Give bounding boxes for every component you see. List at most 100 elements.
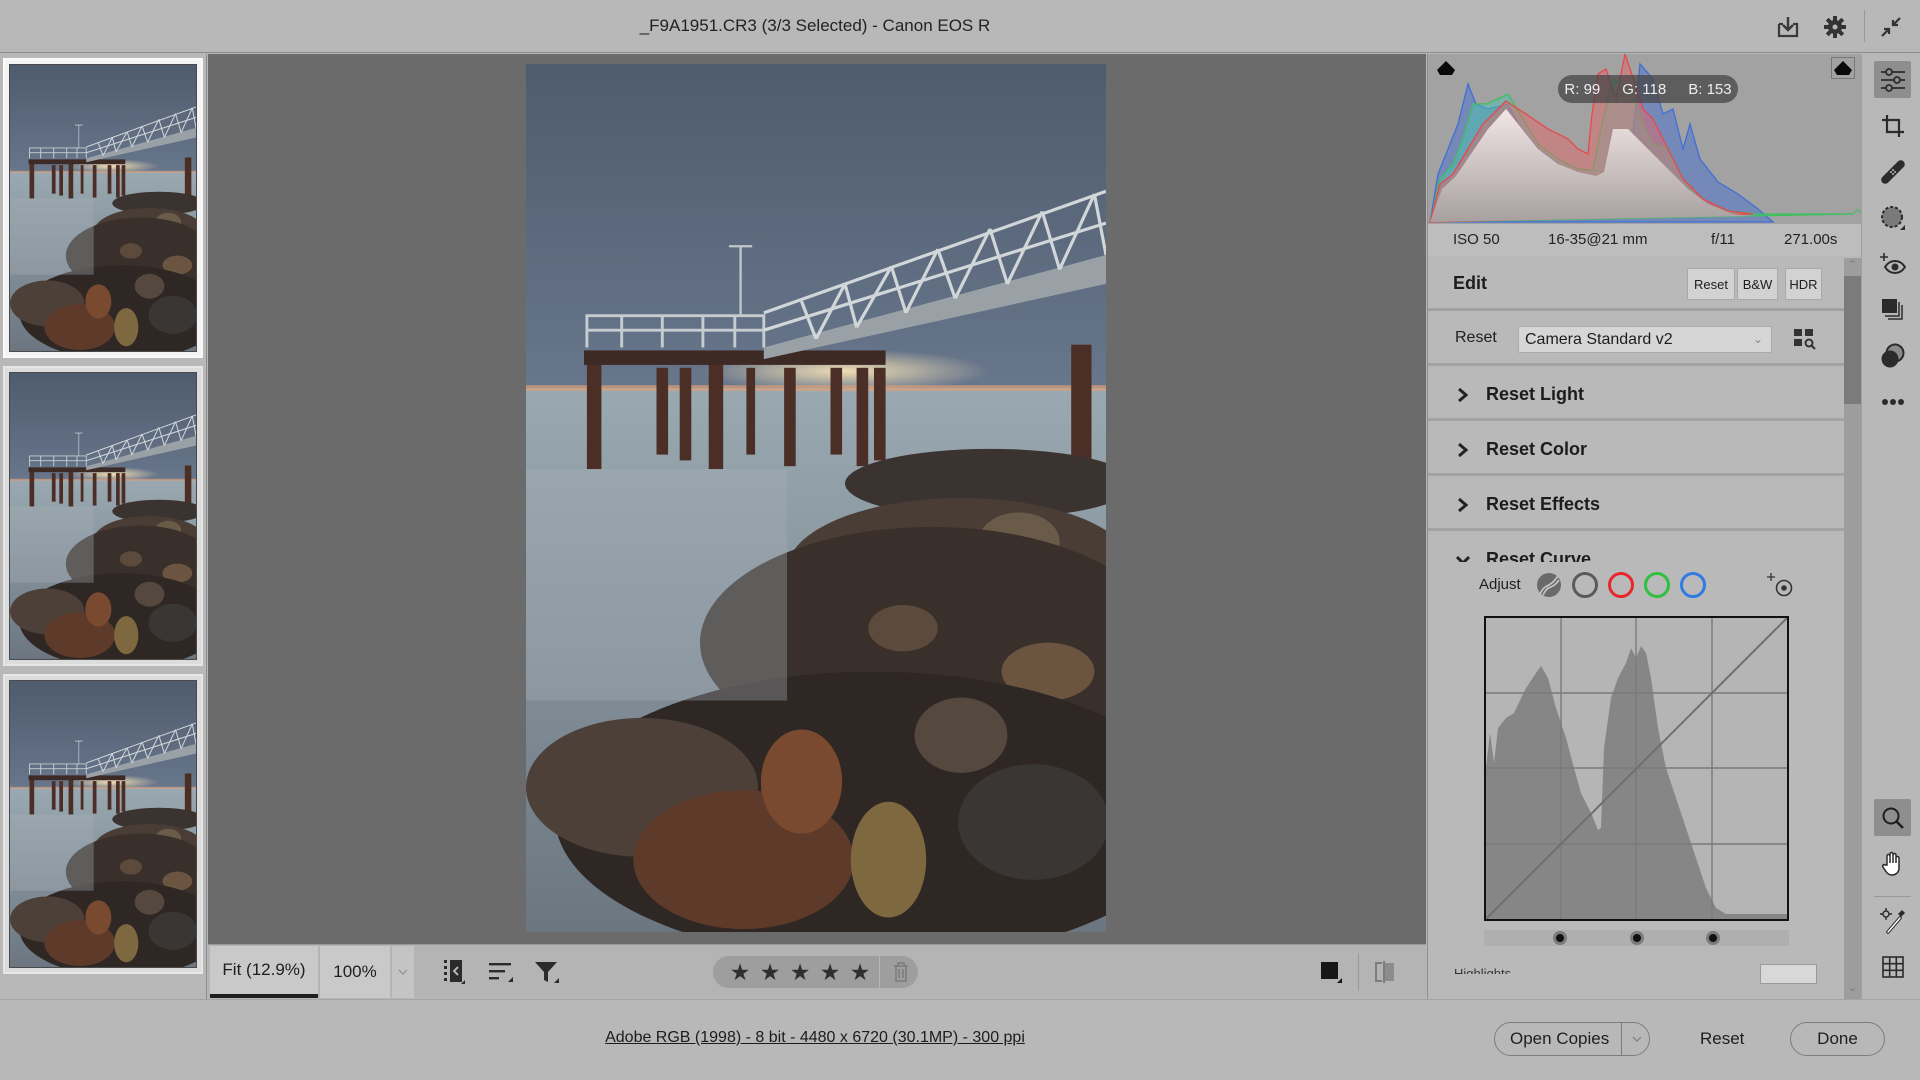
rgb-readout-green: G: 118 xyxy=(1622,80,1667,98)
edit-sliders-icon[interactable] xyxy=(1874,61,1911,98)
chevron-right-icon xyxy=(1458,442,1469,458)
edit-panel-scroll-area: Edit Reset B&W HDR Reset Camera Standard… xyxy=(1428,258,1844,999)
thumbnail-image xyxy=(9,372,197,660)
panel-scrollbar[interactable]: ⌃ ⌄ xyxy=(1844,258,1861,999)
exif-shutter: 271.00s xyxy=(1784,231,1838,248)
grid-overlay-icon[interactable] xyxy=(1874,948,1911,985)
highlights-value-input[interactable] xyxy=(1760,964,1817,984)
snapshots-icon[interactable] xyxy=(1874,291,1911,328)
rgb-point-curve-button[interactable] xyxy=(1572,572,1598,598)
open-copies-label: Open Copies xyxy=(1510,1029,1610,1048)
chevron-right-icon xyxy=(1458,497,1469,513)
zoom-100-button[interactable]: 100% xyxy=(320,946,390,998)
region-split-handle[interactable] xyxy=(1705,931,1720,945)
highlights-label: Highlights xyxy=(1454,966,1512,974)
reset-footer-button[interactable]: Reset xyxy=(1700,1029,1744,1049)
zoom-level-dropdown[interactable] xyxy=(392,946,414,998)
profile-value: Camera Standard v2 xyxy=(1525,331,1673,348)
footer-bar: Adobe RGB (1998) - 8 bit - 4480 x 6720 (… xyxy=(0,999,1920,1080)
hdr-button[interactable]: HDR xyxy=(1785,268,1822,300)
scrollbar-thumb[interactable] xyxy=(1844,276,1861,404)
filmstrip-toggle-icon[interactable] xyxy=(439,957,469,987)
done-button[interactable]: Done xyxy=(1790,1022,1885,1056)
sort-icon[interactable] xyxy=(486,957,516,987)
star-icon[interactable]: ★ xyxy=(815,957,845,987)
save-icon[interactable] xyxy=(1773,12,1803,42)
curve-panel: Adjust Highlights xyxy=(1428,562,1844,999)
green-channel-curve-button[interactable] xyxy=(1644,572,1670,598)
profile-row: Reset Camera Standard v2 ⌄ xyxy=(1428,314,1844,366)
parametric-curve-button[interactable] xyxy=(1536,572,1562,598)
scroll-down-icon[interactable]: ⌄ xyxy=(1844,981,1861,999)
bw-button[interactable]: B&W xyxy=(1737,268,1778,300)
section-color[interactable]: Reset Color xyxy=(1428,424,1844,476)
chevron-down-icon xyxy=(398,969,408,975)
region-split-handle[interactable] xyxy=(1629,931,1644,945)
preview-photo[interactable] xyxy=(526,64,1106,932)
filter-icon[interactable] xyxy=(532,957,562,987)
star-icon[interactable]: ★ xyxy=(785,957,815,987)
profile-label: Reset xyxy=(1455,329,1497,346)
window-title: _F9A1951.CR3 (3/3 Selected) - Canon EOS … xyxy=(639,16,991,35)
section-effects[interactable]: Reset Effects xyxy=(1428,479,1844,531)
open-options-dropdown[interactable] xyxy=(1626,1022,1648,1056)
adjust-label: Adjust xyxy=(1479,576,1521,593)
highlight-clipping-toggle[interactable] xyxy=(1831,57,1855,79)
thumbnail-image xyxy=(9,64,197,352)
section-light[interactable]: Reset Light xyxy=(1428,369,1844,421)
healing-icon[interactable] xyxy=(1874,153,1911,190)
title-divider xyxy=(1864,10,1865,42)
rgb-readout-red: R: 99 xyxy=(1564,80,1601,98)
profile-browser-icon[interactable] xyxy=(1793,328,1819,352)
filmstrip xyxy=(0,54,207,999)
open-copies-divider xyxy=(1621,1022,1622,1056)
section-color-label: Reset Color xyxy=(1486,439,1588,459)
edit-panel: R: 99 G: 118 B: 153 ISO 50 16-35@21 mm f… xyxy=(1427,54,1861,999)
blue-channel-curve-button[interactable] xyxy=(1680,572,1706,598)
done-label: Done xyxy=(1817,1029,1858,1048)
color-sampler-icon[interactable] xyxy=(1874,902,1911,939)
settings-gear-icon[interactable] xyxy=(1820,12,1850,42)
zoom-fit-button[interactable]: Fit (12.9%) xyxy=(210,946,318,998)
zoom-tool-icon[interactable] xyxy=(1874,799,1911,836)
filmstrip-thumbnail[interactable] xyxy=(3,366,203,666)
presets-icon[interactable] xyxy=(1874,337,1911,374)
more-options-icon[interactable] xyxy=(1874,383,1911,420)
camera-raw-window: _F9A1951.CR3 (3/3 Selected) - Canon EOS … xyxy=(0,0,1920,1080)
star-icon[interactable]: ★ xyxy=(845,957,875,987)
red-eye-icon[interactable] xyxy=(1874,245,1911,282)
trash-icon[interactable] xyxy=(886,957,916,987)
workflow-options-link[interactable]: Adobe RGB (1998) - 8 bit - 4480 x 6720 (… xyxy=(0,1029,1630,1047)
filmstrip-thumbnail[interactable] xyxy=(3,674,203,974)
chevron-down-icon xyxy=(1632,1036,1642,1042)
toolbar-divider xyxy=(1358,953,1359,991)
rgb-readout: R: 99 G: 118 B: 153 xyxy=(1558,75,1738,103)
background-color-icon[interactable] xyxy=(1316,957,1346,987)
targeted-adjustment-icon[interactable] xyxy=(1766,570,1796,600)
shadow-clipping-toggle[interactable] xyxy=(1434,57,1458,79)
tool-strip xyxy=(1861,54,1920,999)
exif-aperture: f/11 xyxy=(1711,231,1735,248)
red-channel-curve-button[interactable] xyxy=(1608,572,1634,598)
section-effects-label: Reset Effects xyxy=(1486,494,1601,514)
title-bar: _F9A1951.CR3 (3/3 Selected) - Canon EOS … xyxy=(0,0,1920,53)
histogram[interactable]: R: 99 G: 118 B: 153 xyxy=(1428,54,1861,224)
thumbnail-image xyxy=(9,680,197,968)
before-after-icon[interactable] xyxy=(1370,957,1400,987)
exif-lens: 16-35@21 mm xyxy=(1548,231,1648,248)
tone-curve-graph[interactable] xyxy=(1484,616,1789,921)
image-canvas[interactable] xyxy=(208,54,1426,944)
exit-fullscreen-icon[interactable] xyxy=(1876,12,1906,42)
hand-tool-icon[interactable] xyxy=(1874,845,1911,882)
section-light-label: Reset Light xyxy=(1486,384,1585,404)
star-icon[interactable]: ★ xyxy=(725,957,755,987)
section-curve[interactable]: Reset Curve xyxy=(1428,534,1844,569)
star-icon[interactable]: ★ xyxy=(755,957,785,987)
reset-button[interactable]: Reset xyxy=(1687,268,1735,300)
scroll-up-icon[interactable]: ⌃ xyxy=(1844,258,1861,276)
profile-select[interactable]: Camera Standard v2 ⌄ xyxy=(1518,326,1772,353)
edit-heading: Edit xyxy=(1453,273,1487,293)
masking-icon[interactable] xyxy=(1874,199,1911,236)
filmstrip-thumbnail[interactable] xyxy=(3,58,203,358)
crop-icon[interactable] xyxy=(1874,107,1911,144)
